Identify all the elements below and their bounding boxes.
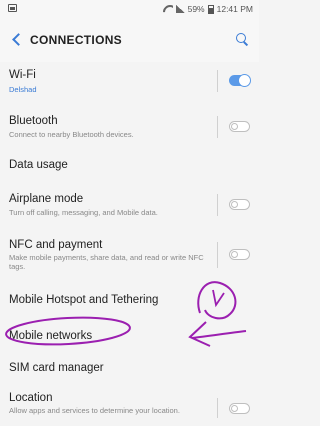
clock: 12:41 PM (216, 4, 253, 14)
setting-title: Data usage (9, 159, 68, 171)
toggle-knob (231, 123, 238, 130)
setting-sim-card-manager[interactable]: SIM card manager (0, 352, 259, 382)
cellular-signal-icon (175, 5, 185, 13)
app-header: CONNECTIONS (0, 18, 259, 62)
wifi-toggle[interactable] (229, 74, 251, 87)
divider (217, 70, 218, 92)
setting-subtitle: Make mobile payments, share data, and re… (9, 253, 204, 271)
back-arrow-icon[interactable] (10, 32, 24, 46)
setting-title: Mobile networks (9, 330, 93, 342)
image-notification-icon (8, 4, 17, 12)
airplane-mode-toggle[interactable] (229, 199, 250, 210)
setting-bluetooth[interactable]: Bluetooth Connect to nearby Bluetooth de… (0, 108, 259, 148)
setting-title: Wi-Fi (9, 69, 36, 81)
setting-location[interactable]: Location Allow apps and services to dete… (0, 386, 259, 426)
location-toggle[interactable] (229, 403, 250, 414)
setting-nfc-and-payment[interactable]: NFC and payment Make mobile payments, sh… (0, 232, 259, 280)
battery-icon (207, 4, 214, 14)
divider (217, 398, 218, 418)
setting-subtitle: Allow apps and services to determine you… (9, 406, 180, 415)
toggle-knob (231, 405, 238, 412)
setting-mobile-networks[interactable]: Mobile networks (0, 320, 259, 350)
toggle-knob (231, 201, 238, 208)
wifi-signal-icon (163, 5, 173, 13)
divider (217, 116, 218, 138)
page-title: CONNECTIONS (30, 33, 122, 47)
setting-title: Bluetooth (9, 115, 58, 127)
toggle-knob (231, 251, 238, 258)
setting-title: SIM card manager (9, 362, 104, 374)
setting-subtitle: Delshad (9, 85, 37, 94)
setting-airplane-mode[interactable]: Airplane mode Turn off calling, messagin… (0, 186, 259, 226)
divider (217, 194, 218, 216)
status-indicators: 59% 12:41 PM (163, 3, 253, 15)
setting-wifi[interactable]: Wi-Fi Delshad (0, 62, 259, 102)
setting-title: Mobile Hotspot and Tethering (9, 294, 159, 306)
setting-mobile-hotspot[interactable]: Mobile Hotspot and Tethering (0, 284, 259, 316)
setting-data-usage[interactable]: Data usage (0, 150, 259, 180)
nfc-toggle[interactable] (229, 249, 250, 260)
setting-subtitle: Connect to nearby Bluetooth devices. (9, 130, 134, 139)
setting-title: NFC and payment (9, 239, 103, 251)
status-bar: 59% 12:41 PM (0, 0, 259, 18)
setting-title: Airplane mode (9, 193, 84, 205)
setting-subtitle: Turn off calling, messaging, and Mobile … (9, 208, 158, 217)
toggle-knob (238, 74, 251, 87)
setting-title: Location (9, 392, 53, 404)
battery-percent: 59% (187, 4, 205, 14)
bluetooth-toggle[interactable] (229, 121, 250, 132)
divider (217, 242, 218, 268)
search-icon[interactable] (235, 32, 249, 46)
